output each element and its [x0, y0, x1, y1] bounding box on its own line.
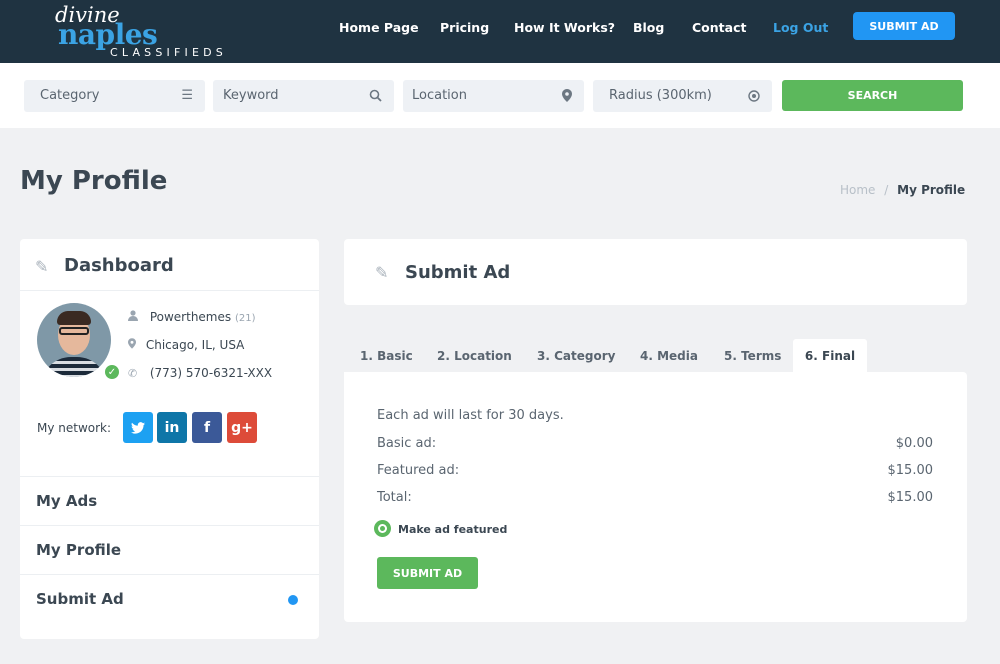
final-step-panel: Each ad will last for 30 days. Basic ad:…: [344, 372, 967, 622]
tab-media[interactable]: 4. Media: [640, 339, 698, 372]
map-pin-icon: [562, 80, 572, 112]
active-indicator: [288, 595, 298, 605]
facebook-text: f: [203, 419, 211, 436]
site-logo[interactable]: divine naples CLASSIFIEDS: [55, 4, 230, 60]
price-label: Basic ad:: [377, 436, 437, 451]
nav-blog[interactable]: Blog: [633, 21, 664, 35]
price-value: $15.00: [887, 463, 934, 478]
breadcrumb: Home / My Profile: [840, 183, 965, 197]
breadcrumb-current: My Profile: [897, 183, 966, 197]
tab-terms[interactable]: 5. Terms: [724, 339, 781, 372]
tab-location[interactable]: 2. Location: [437, 339, 512, 372]
submit-ad-header: ✎ Submit Ad: [344, 239, 967, 305]
nav-log-out[interactable]: Log Out: [773, 21, 828, 35]
user-location: Chicago, IL, USA: [145, 338, 245, 352]
sidebar-item-my-ads[interactable]: My Ads: [20, 476, 319, 525]
nav-home[interactable]: Home Page: [339, 21, 419, 35]
location-input[interactable]: Location: [403, 80, 584, 112]
facebook-icon[interactable]: f: [192, 412, 222, 443]
sidebar-item-submit-ad[interactable]: Submit Ad: [20, 574, 319, 623]
make-featured-label[interactable]: Make ad featured: [398, 523, 507, 536]
ad-duration-text: Each ad will last for 30 days.: [377, 408, 564, 423]
twitter-icon[interactable]: t: [123, 412, 153, 443]
user-phone-row: ✆ (773) 570-6321-XXX: [128, 366, 272, 380]
breadcrumb-separator: /: [884, 183, 889, 197]
sidebar-item-my-profile[interactable]: My Profile: [20, 525, 319, 574]
pencil-icon: ✎: [35, 257, 49, 276]
price-value: $15.00: [887, 490, 934, 505]
nav-pricing[interactable]: Pricing: [440, 21, 489, 35]
tab-basic[interactable]: 1. Basic: [360, 339, 413, 372]
price-row-basic: Basic ad: $0.00: [377, 436, 933, 451]
user-phone: (773) 570-6321-XXX: [149, 366, 273, 380]
user-name-row: Powerthemes (21): [128, 310, 256, 324]
sidebar-item-label: My Ads: [36, 492, 98, 510]
user-ad-count: (21): [234, 313, 256, 324]
price-row-total: Total: $15.00: [377, 490, 933, 505]
search-icon: [369, 80, 382, 112]
user-location-row: Chicago, IL, USA: [128, 338, 244, 352]
price-label: Featured ad:: [377, 463, 460, 478]
radius-placeholder: Radius (300km): [609, 88, 712, 103]
submit-ad-button[interactable]: SUBMIT AD: [377, 557, 478, 589]
avatar: [37, 303, 111, 377]
price-value: $0.00: [895, 436, 933, 451]
category-select[interactable]: Category ☰: [24, 80, 205, 112]
google-plus-text: g+: [231, 419, 253, 436]
top-header: divine naples CLASSIFIEDS Home Page Pric…: [0, 0, 1000, 63]
map-pin-icon: [128, 338, 142, 352]
network-label: My network:: [37, 421, 112, 435]
dashboard-title: Dashboard: [64, 255, 174, 276]
sidebar-item-label: Submit Ad: [36, 590, 124, 608]
location-placeholder: Location: [412, 88, 467, 103]
verified-check-icon: ✓: [103, 363, 121, 381]
breadcrumb-home[interactable]: Home: [840, 183, 875, 197]
pencil-icon: ✎: [375, 263, 389, 282]
ad-duration-note: Each ad will last for 30 days.: [377, 408, 933, 423]
tab-category[interactable]: 3. Category: [537, 339, 615, 372]
user-icon: [128, 310, 142, 324]
radius-select[interactable]: Radius (300km): [593, 80, 772, 112]
dashboard-header: ✎ Dashboard: [20, 239, 319, 291]
submit-ad-title: Submit Ad: [405, 262, 511, 283]
google-plus-icon[interactable]: g+: [227, 412, 257, 443]
target-icon: [748, 80, 760, 112]
sidebar-item-label: My Profile: [36, 541, 122, 559]
keyword-placeholder: Keyword: [223, 88, 279, 103]
nav-contact[interactable]: Contact: [692, 21, 746, 35]
price-row-featured: Featured ad: $15.00: [377, 463, 933, 478]
search-bar: Category ☰ Keyword Location Radius (300k…: [0, 63, 1000, 128]
menu-icon: ☰: [181, 88, 193, 103]
dashboard-sidebar: ✎ Dashboard ✓ Powerthemes (21) Chicago, …: [20, 239, 319, 639]
phone-icon: ✆: [128, 367, 138, 380]
linkedin-text: in: [164, 419, 180, 436]
keyword-input[interactable]: Keyword: [213, 80, 394, 112]
nav-how-it-works[interactable]: How It Works?: [514, 21, 615, 35]
header-submit-ad-button[interactable]: SUBMIT AD: [853, 12, 955, 40]
user-name: Powerthemes: [149, 310, 232, 324]
search-button[interactable]: SEARCH: [782, 80, 963, 111]
logo-line-3: CLASSIFIEDS: [110, 46, 227, 59]
price-label: Total:: [377, 490, 412, 505]
category-placeholder: Category: [40, 88, 100, 103]
page-title: My Profile: [20, 166, 168, 196]
tab-final[interactable]: 6. Final: [793, 339, 867, 372]
linkedin-icon[interactable]: in: [157, 412, 187, 443]
make-featured-radio[interactable]: [374, 520, 391, 537]
